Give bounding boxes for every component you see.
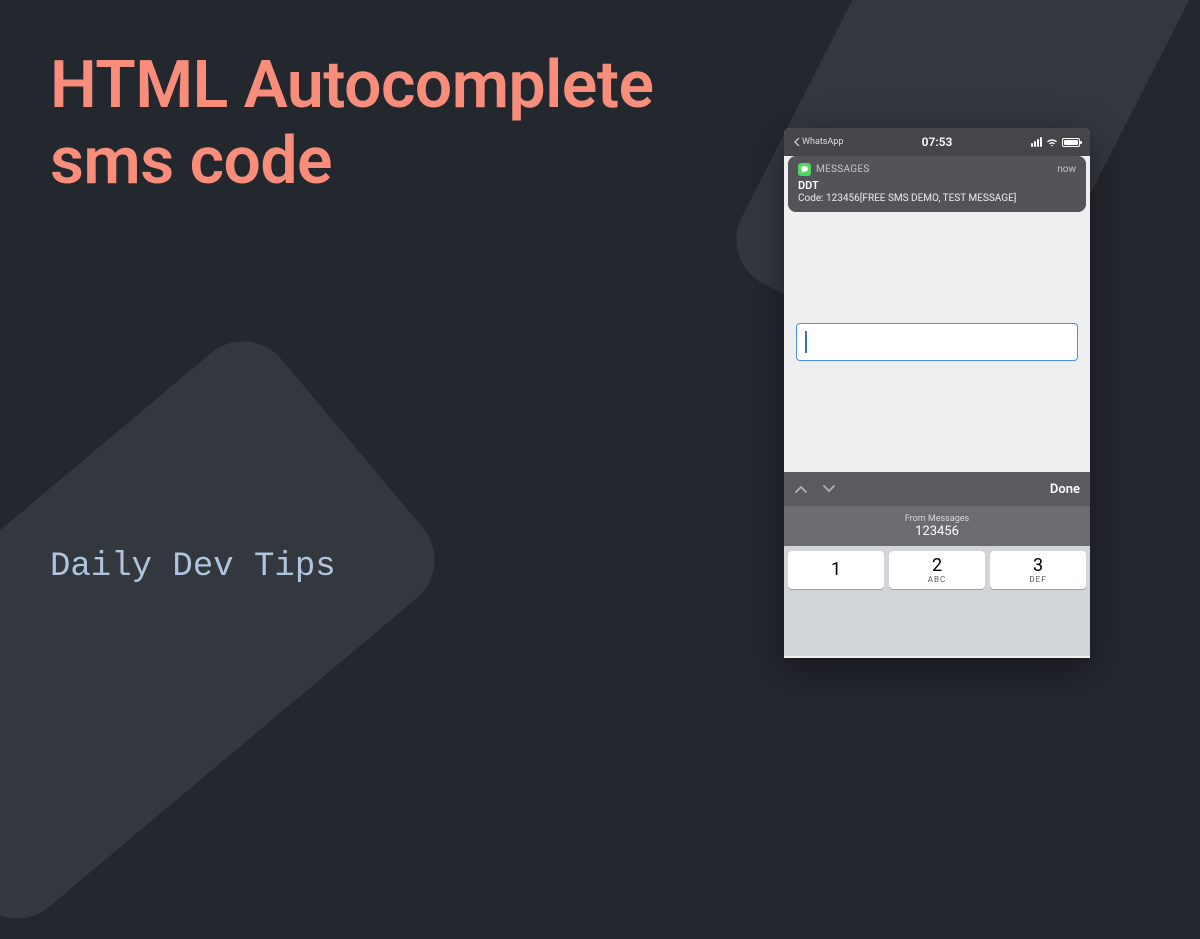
numeric-keypad: 1 2 ABC 3 DEF	[784, 546, 1090, 656]
chevron-down-icon[interactable]	[822, 484, 836, 494]
page-title: HTML Autocomplete sms code	[50, 48, 654, 200]
text-cursor	[805, 331, 807, 353]
signal-icon	[1031, 137, 1042, 147]
notification-title: DDT	[798, 179, 1076, 192]
otp-input[interactable]	[796, 323, 1078, 361]
chevron-left-icon	[794, 138, 800, 146]
keypad-key-1[interactable]: 1	[788, 551, 884, 589]
autofill-code-value: 123456	[915, 524, 959, 539]
keypad-key-3[interactable]: 3 DEF	[990, 551, 1086, 589]
notification-body: Code: 123456[FREE SMS DEMO, TEST MESSAGE…	[798, 193, 1076, 204]
keyboard-accessory-bar: Done	[784, 472, 1090, 506]
keypad-key-2[interactable]: 2 ABC	[889, 551, 985, 589]
done-button[interactable]: Done	[1050, 482, 1080, 497]
chevron-up-icon[interactable]	[794, 484, 808, 494]
notification-header: MESSAGES now	[798, 163, 1076, 176]
site-name: Daily Dev Tips	[50, 548, 336, 586]
status-time: 07:53	[922, 135, 953, 149]
battery-icon	[1062, 138, 1080, 147]
sms-notification-banner[interactable]: MESSAGES now DDT Code: 123456[FREE SMS D…	[788, 156, 1086, 212]
bg-phone-shape-bottom	[0, 321, 455, 939]
form-nav-arrows	[794, 484, 836, 494]
status-bar: WhatsApp 07:53	[784, 128, 1090, 156]
phone-mockup: WhatsApp 07:53 MESSAGES now DDT Code: 12…	[784, 128, 1090, 658]
headline-line-1: HTML Autocomplete	[50, 47, 654, 124]
autofill-source-label: From Messages	[905, 514, 969, 524]
notification-timestamp: now	[1057, 164, 1076, 175]
messages-app-icon	[798, 163, 811, 176]
wifi-icon	[1046, 138, 1058, 147]
back-app-label: WhatsApp	[802, 137, 843, 147]
headline-line-2: sms code	[50, 123, 332, 200]
status-indicators	[1031, 137, 1080, 147]
autofill-suggestion[interactable]: From Messages 123456	[784, 506, 1090, 546]
notification-app-name: MESSAGES	[816, 164, 870, 175]
back-to-app[interactable]: WhatsApp	[794, 137, 843, 147]
page-content	[784, 212, 1090, 472]
